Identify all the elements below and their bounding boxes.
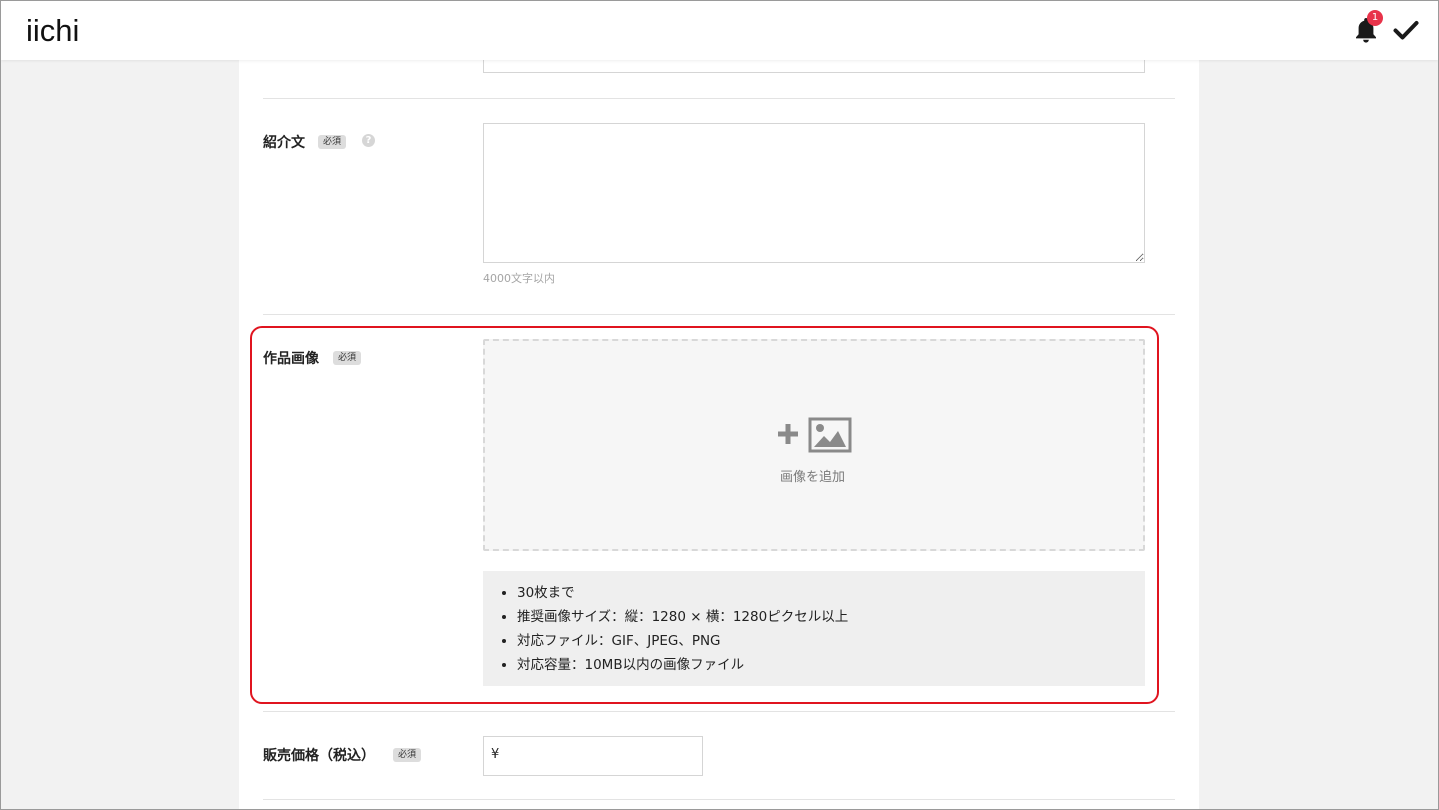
price-input[interactable] xyxy=(483,736,703,776)
divider xyxy=(263,711,1175,712)
logo[interactable]: iichi xyxy=(26,13,79,49)
add-image-label[interactable]: 画像を追加 xyxy=(780,466,845,485)
divider xyxy=(263,98,1175,99)
description-label: 紹介文 xyxy=(263,135,305,151)
required-badge: 必須 xyxy=(318,135,347,149)
required-badge: 必須 xyxy=(393,748,422,762)
divider xyxy=(263,799,1175,800)
image-rule-item: 推奨画像サイズ：縦：1280 × 横：1280ピクセル以上 xyxy=(517,605,1145,629)
image-rules-box: 30枚まで 推奨画像サイズ：縦：1280 × 横：1280ピクセル以上 対応ファ… xyxy=(483,571,1145,686)
help-icon[interactable]: ? xyxy=(362,134,375,147)
top-bar: iichi 1 xyxy=(1,1,1438,60)
check-icon[interactable] xyxy=(1393,19,1419,41)
divider xyxy=(263,314,1175,315)
plus-icon xyxy=(778,424,798,444)
images-label: 作品画像 xyxy=(263,351,319,367)
char-limit-hint: 4000文字以内 xyxy=(483,272,555,285)
image-rule-item: 30枚まで xyxy=(517,581,1145,605)
description-textarea[interactable] xyxy=(483,123,1145,263)
image-rule-item: 対応容量：10MB以内の画像ファイル xyxy=(517,653,1145,677)
price-label: 販売価格（税込） xyxy=(263,748,375,764)
image-rule-item: 対応ファイル：GIF、JPEG、PNG xyxy=(517,629,1145,653)
previous-field-input[interactable] xyxy=(483,58,1145,73)
required-badge: 必須 xyxy=(333,351,362,365)
notification-badge: 1 xyxy=(1367,10,1383,26)
currency-prefix: ¥ xyxy=(491,747,500,762)
image-icon xyxy=(808,417,852,453)
